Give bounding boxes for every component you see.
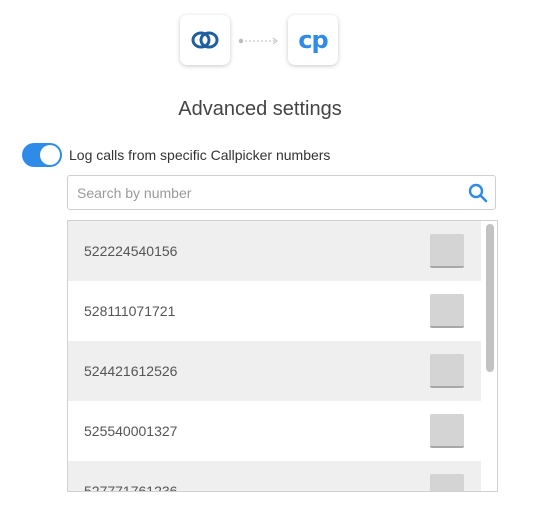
number-search-input[interactable] <box>77 184 457 202</box>
number-checkbox[interactable] <box>430 294 464 328</box>
log-calls-label: Log calls from specific Callpicker numbe… <box>69 147 331 163</box>
connection-arrow-icon <box>238 37 278 45</box>
log-calls-toggle[interactable] <box>22 143 62 167</box>
list-scrollbar[interactable] <box>486 224 494 372</box>
toggle-knob <box>40 145 60 165</box>
list-item: 524421612526 <box>68 341 481 401</box>
list-item: 527771761236 <box>68 461 481 492</box>
phone-number: 522224540156 <box>84 243 178 259</box>
phone-number: 525540001327 <box>84 423 178 439</box>
number-checkbox[interactable] <box>430 354 464 388</box>
link-rings-icon <box>191 31 219 49</box>
numbers-list: 522224540156 528111071721 524421612526 5… <box>67 220 498 492</box>
page-title: Advanced settings <box>178 98 342 120</box>
callpicker-logo-text: cp <box>298 26 328 54</box>
number-search-box <box>67 175 496 210</box>
list-item: 528111071721 <box>68 281 481 341</box>
numbers-list-content: 522224540156 528111071721 524421612526 5… <box>68 221 481 492</box>
phone-number: 527771761236 <box>84 483 178 492</box>
phone-number: 528111071721 <box>84 303 176 319</box>
search-icon[interactable] <box>468 183 488 203</box>
number-checkbox[interactable] <box>430 474 464 491</box>
callpicker-logo: cp <box>288 15 338 65</box>
log-calls-setting: Log calls from specific Callpicker numbe… <box>22 143 330 167</box>
number-checkbox[interactable] <box>430 414 464 448</box>
number-checkbox[interactable] <box>430 234 464 268</box>
integration-app-logo <box>180 15 230 65</box>
phone-number: 524421612526 <box>84 363 178 379</box>
list-item: 525540001327 <box>68 401 481 461</box>
list-item: 522224540156 <box>68 221 481 281</box>
